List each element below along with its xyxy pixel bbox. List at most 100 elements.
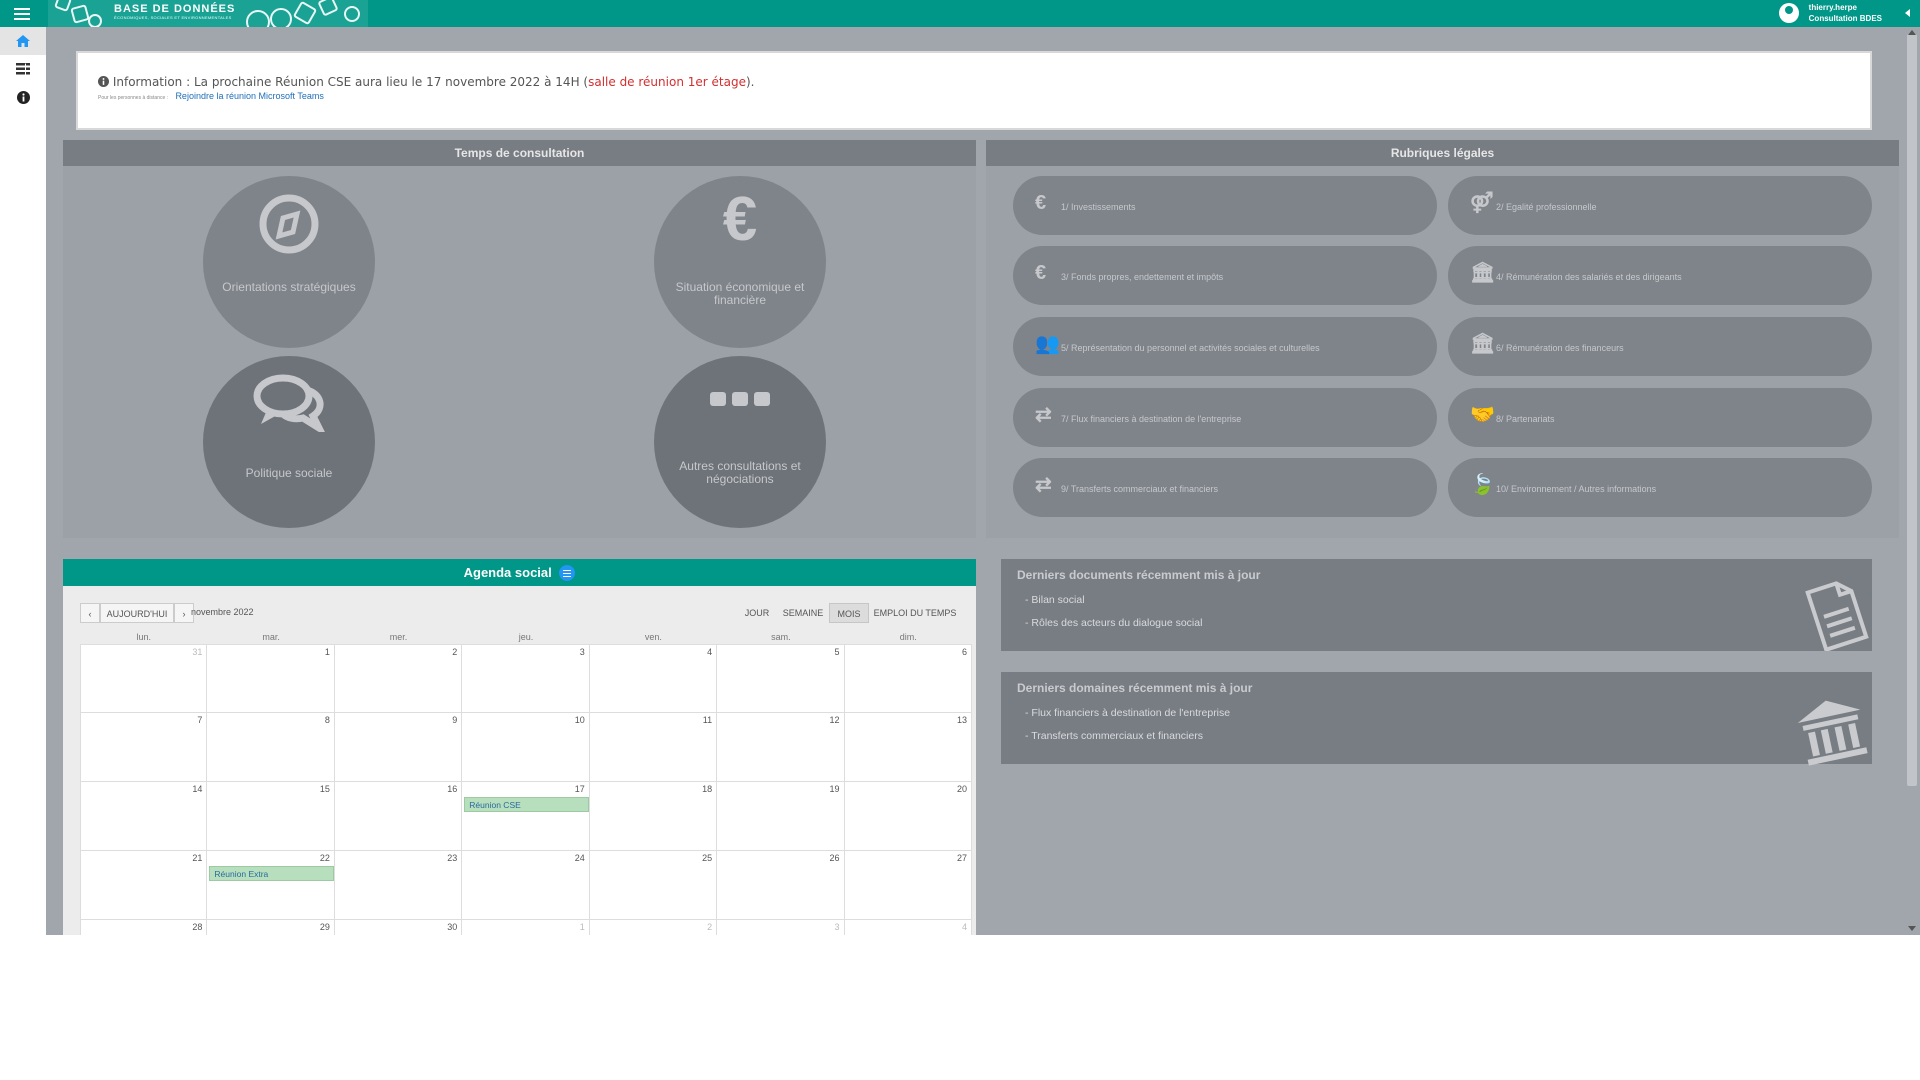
calendar-day-cell[interactable]: 3	[717, 920, 845, 935]
calendar-day-cell[interactable]: 30	[334, 920, 463, 935]
recent-document-item[interactable]: - Rôles des acteurs du dialogue social	[1025, 617, 1202, 629]
calendar-day-cell[interactable]: 1	[462, 920, 590, 935]
recent-domain-item[interactable]: - Transferts commerciaux et financiers	[1025, 730, 1203, 742]
calendar-day-number[interactable]: 31	[192, 647, 202, 657]
agenda-menu-icon[interactable]	[559, 564, 576, 581]
calendar-day-cell[interactable]: 29	[207, 920, 335, 935]
calendar-day-number[interactable]: 30	[447, 922, 457, 932]
calendar-day-number[interactable]: 18	[702, 784, 712, 794]
calendar-prev-button[interactable]: ‹	[80, 603, 100, 623]
calendar-day-cell[interactable]: 2	[334, 644, 463, 713]
nav-info[interactable]	[0, 83, 46, 111]
calendar-day-cell[interactable]: 26	[717, 851, 845, 920]
user-icon[interactable]	[1778, 3, 1799, 23]
calendar-day-number[interactable]: 17	[575, 784, 585, 794]
calendar-day-number[interactable]: 11	[703, 715, 712, 725]
calendar-day-cell[interactable]: 18	[589, 782, 718, 851]
calendar-day-cell[interactable]: 4	[844, 920, 972, 935]
consultation-situation[interactable]: € Situation économique et financière	[654, 176, 826, 348]
calendar-day-number[interactable]: 2	[452, 647, 457, 657]
calendar-day-number[interactable]: 19	[830, 784, 840, 794]
calendar-day-cell[interactable]: 19	[717, 782, 845, 851]
calendar-day-cell[interactable]: 14	[80, 782, 208, 851]
view-schedule-button[interactable]: EMPLOI DU TEMPS	[869, 603, 961, 623]
calendar-today-button[interactable]: AUJOURD'HUI	[100, 603, 174, 623]
rubrique-9[interactable]: ⇄ 9/ Transferts commerciaux et financiers	[1013, 458, 1437, 517]
view-week-button[interactable]: SEMAINE	[777, 603, 829, 623]
calendar-day-cell[interactable]: 3	[462, 644, 590, 713]
view-day-button[interactable]: JOUR	[737, 603, 777, 623]
calendar-day-cell[interactable]: 11	[589, 713, 718, 782]
user-menu[interactable]: thierry.herpe Consultation BDES	[1778, 2, 1882, 26]
calendar-day-number[interactable]: 1	[325, 647, 330, 657]
calendar-day-cell[interactable]: 6	[844, 644, 972, 713]
scroll-down-arrow-icon[interactable]	[1908, 926, 1916, 931]
menu-icon[interactable]	[14, 6, 30, 20]
calendar-day-number[interactable]: 26	[830, 853, 840, 863]
rubrique-6[interactable]: 🏛 6/ Rémunération des financeurs	[1448, 317, 1872, 376]
calendar-day-number[interactable]: 20	[957, 784, 967, 794]
calendar-day-number[interactable]: 10	[575, 715, 585, 725]
calendar-day-number[interactable]: 4	[707, 647, 712, 657]
calendar-day-cell[interactable]: 25	[589, 851, 718, 920]
rubrique-4[interactable]: 🏛 4/ Rémunération des salariés et des dir…	[1448, 246, 1872, 305]
calendar-day-number[interactable]: 5	[835, 647, 840, 657]
rubrique-3[interactable]: €3/ Fonds propres, endettement et impôts	[1013, 246, 1437, 305]
calendar-day-cell[interactable]: 22 Réunion Extra	[207, 851, 335, 920]
calendar-day-cell[interactable]: 21	[80, 851, 208, 920]
calendar-day-number[interactable]: 1	[580, 922, 585, 932]
calendar-day-number[interactable]: 28	[192, 922, 202, 932]
rubrique-1[interactable]: €1/ Investissements	[1013, 176, 1437, 235]
nav-home[interactable]	[0, 27, 46, 55]
calendar-day-cell[interactable]: 9	[334, 713, 463, 782]
recent-domain-item[interactable]: - Flux financiers à destination de l'ent…	[1025, 707, 1230, 719]
calendar-day-number[interactable]: 3	[580, 647, 585, 657]
calendar-event[interactable]: Réunion Extra	[209, 866, 334, 881]
calendar-day-cell[interactable]: 13	[844, 713, 972, 782]
calendar-day-number[interactable]: 9	[452, 715, 457, 725]
app-logo[interactable]: BASE DE DONNÉES ÉCONOMIQUES, SOCIALES ET…	[48, 0, 368, 27]
calendar-day-cell[interactable]: 2	[589, 920, 718, 935]
consultation-politique[interactable]: Politique sociale	[203, 356, 375, 528]
calendar-day-number[interactable]: 7	[197, 715, 202, 725]
calendar-day-number[interactable]: 14	[192, 784, 202, 794]
calendar-day-number[interactable]: 2	[707, 922, 712, 932]
calendar-day-number[interactable]: 29	[320, 922, 330, 932]
calendar-event[interactable]: Réunion CSE	[464, 797, 589, 812]
rubrique-2[interactable]: ⚤ 2/ Egalité professionnelle	[1448, 176, 1872, 235]
calendar-day-cell[interactable]: 16	[334, 782, 463, 851]
calendar-day-number[interactable]: 13	[957, 715, 967, 725]
teams-link[interactable]: Rejoindre la réunion Microsoft Teams	[175, 91, 323, 101]
calendar-day-cell[interactable]: 1	[207, 644, 335, 713]
calendar-day-cell[interactable]: 28	[80, 920, 208, 935]
calendar-day-number[interactable]: 8	[325, 715, 330, 725]
view-month-button[interactable]: MOIS	[829, 603, 869, 623]
consultation-autres[interactable]: Autres consultations et négociations	[654, 356, 826, 528]
calendar-day-number[interactable]: 3	[835, 922, 840, 932]
calendar-day-cell[interactable]: 12	[717, 713, 845, 782]
calendar-day-cell[interactable]: 17 Réunion CSE	[462, 782, 590, 851]
calendar-day-number[interactable]: 21	[192, 853, 202, 863]
calendar-day-number[interactable]: 23	[447, 853, 457, 863]
calendar-day-number[interactable]: 12	[830, 715, 840, 725]
calendar-day-number[interactable]: 24	[575, 853, 585, 863]
calendar-day-number[interactable]: 27	[957, 853, 967, 863]
recent-document-item[interactable]: - Bilan social	[1025, 594, 1085, 606]
rubrique-8[interactable]: 🤝 8/ Partenariats	[1448, 388, 1872, 447]
calendar-day-cell[interactable]: 5	[717, 644, 845, 713]
collapse-caret-icon[interactable]	[1905, 9, 1910, 17]
consultation-orientations[interactable]: Orientations stratégiques	[203, 176, 375, 348]
calendar-day-cell[interactable]: 7	[80, 713, 208, 782]
calendar-day-number[interactable]: 15	[320, 784, 330, 794]
scrollbar-thumb[interactable]	[1907, 34, 1917, 786]
calendar-day-number[interactable]: 16	[447, 784, 457, 794]
calendar-day-number[interactable]: 22	[320, 853, 330, 863]
calendar-day-cell[interactable]: 24	[462, 851, 590, 920]
rubrique-5[interactable]: 👥 5/ Représentation du personnel et activ…	[1013, 317, 1437, 376]
calendar-day-number[interactable]: 4	[962, 922, 967, 932]
calendar-day-cell[interactable]: 23	[334, 851, 463, 920]
calendar-day-number[interactable]: 6	[962, 647, 967, 657]
calendar-day-number[interactable]: 25	[702, 853, 712, 863]
calendar-day-cell[interactable]: 27	[844, 851, 972, 920]
calendar-day-cell[interactable]: 4	[589, 644, 718, 713]
